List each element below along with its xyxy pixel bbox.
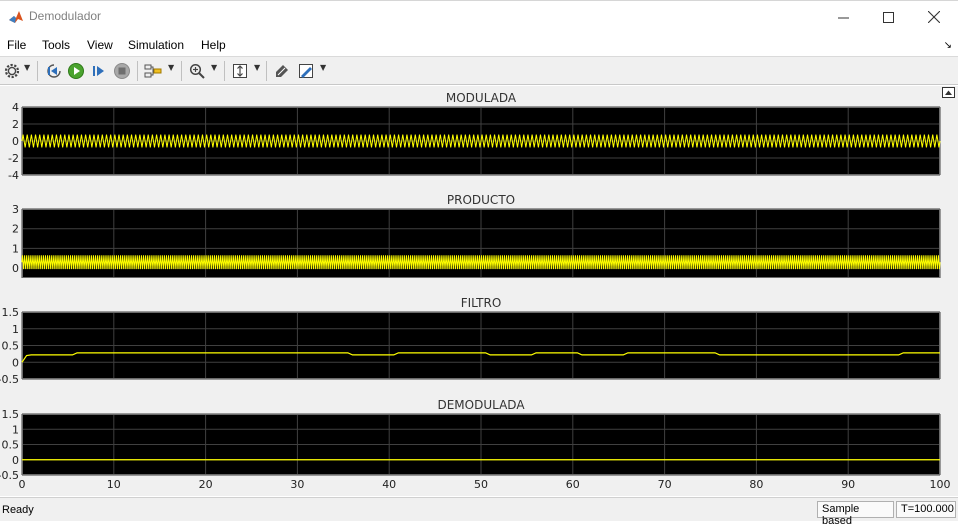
x-tick-label: 60 bbox=[566, 478, 580, 491]
y-tick-label: 0.5 bbox=[2, 340, 20, 353]
menu-help[interactable]: Help bbox=[201, 38, 226, 52]
status-text: Ready bbox=[2, 504, 34, 516]
run-button[interactable] bbox=[66, 61, 86, 81]
x-tick-label: 70 bbox=[658, 478, 672, 491]
cursor-icon bbox=[276, 65, 288, 77]
highlight-icon bbox=[144, 64, 162, 78]
step-forward-icon bbox=[93, 66, 104, 76]
maximize-button[interactable] bbox=[877, 7, 899, 27]
style-button[interactable] bbox=[296, 61, 316, 81]
x-tick-label: 30 bbox=[290, 478, 304, 491]
scale-dropdown-icon[interactable]: ▼ bbox=[254, 63, 260, 72]
plot-title: FILTRO bbox=[461, 296, 502, 310]
stop-icon bbox=[114, 63, 130, 79]
y-tick-label: 2 bbox=[12, 223, 19, 236]
plot-title: DEMODULADA bbox=[437, 398, 525, 412]
x-tick-label: 0 bbox=[19, 478, 26, 491]
toolbar-separator bbox=[137, 61, 138, 81]
highlight-dropdown-icon[interactable]: ▼ bbox=[168, 63, 174, 72]
menu-view[interactable]: View bbox=[87, 38, 113, 52]
sim-time-readout: T=100.000 bbox=[896, 501, 956, 518]
y-tick-label: 0 bbox=[12, 356, 19, 369]
x-tick-label: 50 bbox=[474, 478, 488, 491]
menu-bar: File Tools View Simulation Help ↘ bbox=[0, 32, 958, 56]
signal-trace bbox=[21, 255, 941, 270]
close-icon bbox=[928, 11, 940, 23]
step-back-button[interactable] bbox=[44, 61, 64, 81]
y-tick-label: -0.5 bbox=[0, 469, 19, 482]
menu-file[interactable]: File bbox=[7, 38, 26, 52]
gear-icon bbox=[4, 63, 20, 79]
x-tick-label: 20 bbox=[199, 478, 213, 491]
toolbar-separator bbox=[181, 61, 182, 81]
maximize-icon bbox=[882, 11, 894, 23]
y-tick-label: 1.5 bbox=[2, 306, 20, 319]
y-tick-label: 1 bbox=[12, 423, 19, 436]
zoom-button[interactable] bbox=[187, 61, 207, 81]
minimize-button[interactable] bbox=[832, 7, 854, 27]
style-icon bbox=[299, 64, 313, 78]
menu-tools[interactable]: Tools bbox=[42, 38, 70, 52]
x-tick-label: 10 bbox=[107, 478, 121, 491]
scale-axes-button[interactable] bbox=[230, 61, 250, 81]
toolbar-separator bbox=[37, 61, 38, 81]
dock-arrow-icon[interactable]: ↘ bbox=[944, 40, 952, 51]
settings-dropdown-icon[interactable]: ▼ bbox=[24, 63, 30, 72]
scope-display: -4-2024MODULADA0123PRODUCTO-0.500.511.5F… bbox=[0, 86, 958, 496]
y-tick-label: 0 bbox=[12, 454, 19, 467]
y-tick-label: 4 bbox=[12, 101, 19, 114]
y-tick-label: 0 bbox=[12, 135, 19, 148]
window-title: Demodulador bbox=[29, 9, 102, 23]
scale-axes-icon bbox=[233, 64, 247, 78]
scope-plots[interactable]: -4-2024MODULADA0123PRODUCTO-0.500.511.5F… bbox=[0, 86, 958, 496]
run-icon bbox=[68, 63, 84, 79]
undock-icon[interactable] bbox=[942, 87, 955, 98]
plot-title: MODULADA bbox=[446, 91, 517, 105]
y-tick-label: -2 bbox=[8, 152, 19, 165]
y-tick-label: 3 bbox=[12, 203, 19, 216]
zoom-icon bbox=[189, 63, 205, 79]
y-tick-label: -0.5 bbox=[0, 373, 19, 386]
step-back-icon bbox=[47, 64, 61, 78]
sample-mode-badge: Sample based bbox=[817, 501, 894, 527]
plot-title: PRODUCTO bbox=[447, 193, 515, 207]
x-tick-label: 40 bbox=[382, 478, 396, 491]
cursor-measurements-button[interactable] bbox=[272, 61, 292, 81]
y-tick-label: 0 bbox=[12, 262, 19, 275]
step-forward-button[interactable] bbox=[89, 61, 109, 81]
y-tick-label: 1.5 bbox=[2, 408, 20, 421]
settings-button[interactable] bbox=[3, 61, 21, 81]
zoom-dropdown-icon[interactable]: ▼ bbox=[211, 63, 217, 72]
y-tick-label: 0.5 bbox=[2, 439, 20, 452]
x-tick-label: 100 bbox=[930, 478, 951, 491]
close-button[interactable] bbox=[923, 7, 945, 27]
y-tick-label: 1 bbox=[12, 242, 19, 255]
y-tick-label: 1 bbox=[12, 323, 19, 336]
toolbar: ▼ ▼ ▼ ▼ ▼ bbox=[0, 56, 958, 85]
y-tick-label: -4 bbox=[8, 169, 19, 182]
highlight-button[interactable] bbox=[143, 61, 163, 81]
menu-simulation[interactable]: Simulation bbox=[128, 38, 184, 52]
y-tick-label: 2 bbox=[12, 118, 19, 131]
style-dropdown-icon[interactable]: ▼ bbox=[320, 63, 326, 72]
status-bar: Ready Sample based T=100.000 bbox=[0, 497, 958, 527]
toolbar-separator bbox=[224, 61, 225, 81]
toolbar-separator bbox=[266, 61, 267, 81]
title-bar: Demodulador bbox=[0, 0, 958, 32]
matlab-logo-icon bbox=[9, 11, 23, 23]
x-tick-label: 90 bbox=[841, 478, 855, 491]
minimize-icon bbox=[837, 17, 849, 18]
x-tick-label: 80 bbox=[749, 478, 763, 491]
stop-button[interactable] bbox=[112, 61, 132, 81]
